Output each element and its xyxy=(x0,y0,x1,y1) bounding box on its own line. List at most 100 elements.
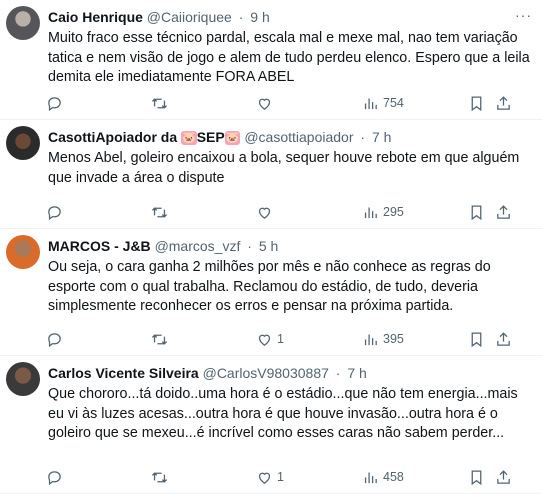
tweet-actions: 1 395 xyxy=(44,329,522,349)
avatar[interactable] xyxy=(6,6,40,40)
avatar[interactable] xyxy=(6,235,40,269)
separator: · xyxy=(247,238,252,254)
bookmark-button[interactable] xyxy=(468,467,485,487)
tweet-header: Carlos Vicente Silveira @CarlosV98030887… xyxy=(48,364,514,382)
share-button[interactable] xyxy=(495,329,512,349)
display-name[interactable]: Caio Henrique xyxy=(48,9,143,25)
retweet-icon xyxy=(151,206,168,218)
bookmark-button[interactable] xyxy=(468,202,485,222)
retweet-button[interactable] xyxy=(151,467,172,487)
avatar[interactable] xyxy=(6,362,40,396)
display-name[interactable]: Carlos Vicente Silveira xyxy=(48,365,199,381)
reply-icon xyxy=(48,96,61,111)
views-button[interactable]: 754 xyxy=(362,93,404,113)
tweet-text: Ou seja, o cara ganha 2 milhões por mês … xyxy=(48,258,514,317)
like-button[interactable]: 1 xyxy=(256,467,284,487)
reply-icon xyxy=(48,332,61,347)
tweet-text-line: Menos Abel, goleiro encaixou a bola, seq… xyxy=(48,150,520,166)
like-icon xyxy=(258,98,271,110)
separator: · xyxy=(360,129,366,145)
tweet-body: Carlos Vicente Silveira @CarlosV98030887… xyxy=(48,364,518,444)
tweet-body: Caio Henrique @Caiioriquee · 9 h Muito f… xyxy=(48,8,530,88)
views-icon xyxy=(364,472,377,483)
tweet-actions: 754 xyxy=(44,93,522,113)
reply-button[interactable] xyxy=(46,93,67,113)
share-icon xyxy=(497,204,510,219)
tweet-text-line: que invade a área o dispute xyxy=(48,169,225,186)
tweet-body: CasottiApoiador da 🐷SEP🐷 @casottiapoiado… xyxy=(48,128,520,188)
timestamp[interactable]: 9 h xyxy=(250,9,269,25)
views-icon xyxy=(364,98,377,109)
view-count: 295 xyxy=(383,205,404,219)
retweet-icon xyxy=(151,471,168,483)
tweet-text: Muito fraco esse técnico pardal, escala … xyxy=(48,29,530,88)
tweet-text-line: Ou seja, o cara ganha 2 milhões por mês … xyxy=(48,259,491,275)
display-name-text: CasottiApoiador da xyxy=(48,129,178,145)
tweet-text-line: demita ele imediatamente FORA ABEL xyxy=(48,69,295,85)
tweet-header: MARCOS - J&B @marcos_vzf · 5 h xyxy=(48,237,514,255)
tweet-text-line: goleiro que se mexeu...é incrível como e… xyxy=(48,425,505,441)
reply-button[interactable] xyxy=(46,329,67,349)
separator: · xyxy=(238,9,244,25)
like-button[interactable] xyxy=(256,202,277,222)
like-icon xyxy=(258,472,271,484)
views-icon xyxy=(364,334,377,345)
retweet-button[interactable] xyxy=(151,93,172,113)
like-count: 1 xyxy=(277,332,284,346)
like-icon xyxy=(258,334,271,346)
reply-button[interactable] xyxy=(46,467,67,487)
timestamp[interactable]: 7 h xyxy=(347,365,366,381)
view-count: 754 xyxy=(383,96,404,110)
like-button[interactable]: 1 xyxy=(256,329,284,349)
pig-emoji: 🐷 xyxy=(181,131,197,145)
share-button[interactable] xyxy=(495,467,512,487)
reply-button[interactable] xyxy=(46,202,67,222)
bookmark-icon xyxy=(471,204,482,220)
tweet[interactable]: Caio Henrique @Caiioriquee · 9 h Muito f… xyxy=(0,0,542,120)
user-handle[interactable]: @CarlosV98030887 xyxy=(203,365,329,381)
bookmark-icon xyxy=(471,469,482,485)
timestamp[interactable]: 7 h xyxy=(372,129,391,145)
user-handle[interactable]: @Caiioriquee xyxy=(147,9,232,25)
separator: · xyxy=(335,365,341,381)
like-button[interactable] xyxy=(256,93,277,113)
timeline-feed: Caio Henrique @Caiioriquee · 9 h Muito f… xyxy=(0,0,542,494)
retweet-button[interactable] xyxy=(151,202,172,222)
tweet[interactable]: Carlos Vicente Silveira @CarlosV98030887… xyxy=(0,356,542,494)
tweet[interactable]: CasottiApoiador da 🐷SEP🐷 @casottiapoiado… xyxy=(0,120,542,229)
retweet-button[interactable] xyxy=(151,329,172,349)
views-button[interactable]: 458 xyxy=(362,467,404,487)
pig-emoji: 🐷 xyxy=(224,131,241,145)
views-button[interactable]: 395 xyxy=(362,329,404,349)
bookmark-icon xyxy=(471,95,482,111)
user-handle[interactable]: @casottiapoiador xyxy=(244,129,353,145)
tweet-text-line: esporte com o qual trabalha. Reclamou do… xyxy=(48,278,478,295)
share-icon xyxy=(497,331,510,346)
tweet-text-line: tatica e nem visão de jogo e alem de tud… xyxy=(48,49,530,66)
like-count: 1 xyxy=(277,470,284,484)
tweet-header: Caio Henrique @Caiioriquee · 9 h xyxy=(48,8,514,26)
tweet-body: MARCOS - J&B @marcos_vzf · 5 h Ou seja, … xyxy=(48,237,514,317)
share-button[interactable] xyxy=(495,202,512,222)
tweet-text-line: simplesmente reconhecer os erros e pensa… xyxy=(48,298,454,314)
more-icon[interactable]: ··· xyxy=(515,8,532,22)
tweet[interactable]: MARCOS - J&B @marcos_vzf · 5 h Ou seja, … xyxy=(0,229,542,356)
tweet-text-line: eu vi às luzes acesas...outra hora é que… xyxy=(48,405,498,422)
user-handle[interactable]: @marcos_vzf xyxy=(155,238,241,254)
tweet-text: Que chororo...tá doido..uma hora é o est… xyxy=(48,385,518,444)
share-icon xyxy=(497,95,510,110)
display-name[interactable]: CasottiApoiador da 🐷SEP🐷 xyxy=(48,129,241,145)
share-button[interactable] xyxy=(495,93,512,113)
bookmark-button[interactable] xyxy=(468,93,485,113)
bookmark-icon xyxy=(471,331,482,347)
timestamp[interactable]: 5 h xyxy=(259,238,278,254)
retweet-icon xyxy=(151,97,168,109)
bookmark-button[interactable] xyxy=(468,329,485,349)
views-button[interactable]: 295 xyxy=(362,202,404,222)
views-icon xyxy=(364,207,377,218)
avatar[interactable] xyxy=(6,126,40,160)
view-count: 395 xyxy=(383,332,404,346)
tweet-header: CasottiApoiador da 🐷SEP🐷 @casottiapoiado… xyxy=(48,128,514,146)
reply-icon xyxy=(48,205,61,220)
display-name[interactable]: MARCOS - J&B xyxy=(48,238,151,254)
